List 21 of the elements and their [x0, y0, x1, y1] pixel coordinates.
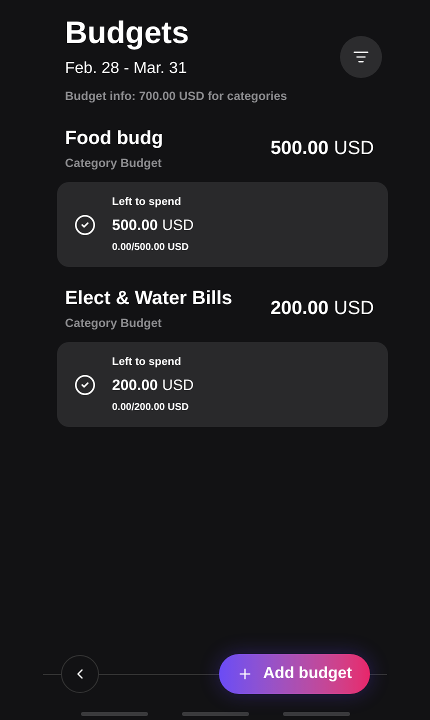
page-indicator	[80, 712, 148, 716]
check-icon	[74, 374, 96, 396]
list-icon	[353, 49, 369, 65]
add-budget-button[interactable]: Add budget	[219, 654, 370, 694]
budget-type: Category Budget	[65, 155, 163, 172]
budget-name: Food budg	[65, 127, 164, 151]
page-indicator	[182, 712, 248, 716]
budget-amount: 500.00 USD	[270, 137, 374, 161]
page-title: Budgets	[65, 14, 190, 52]
left-amount: 500.00 USD	[112, 216, 194, 236]
left-label: Left to spend	[112, 195, 182, 210]
page-indicator	[282, 712, 350, 716]
check-icon	[74, 214, 96, 236]
date-range: Feb. 28 - Mar. 31	[65, 59, 188, 79]
sort-button[interactable]	[340, 36, 382, 78]
budget-name: Elect & Water Bills	[65, 287, 232, 311]
left-amount: 200.00 USD	[112, 376, 194, 396]
left-label: Left to spend	[112, 355, 182, 370]
budget-amount: 200.00 USD	[270, 297, 374, 321]
budget-type: Category Budget	[65, 315, 163, 332]
budget-info: Budget info: 700.00 USD for categories	[65, 88, 288, 105]
